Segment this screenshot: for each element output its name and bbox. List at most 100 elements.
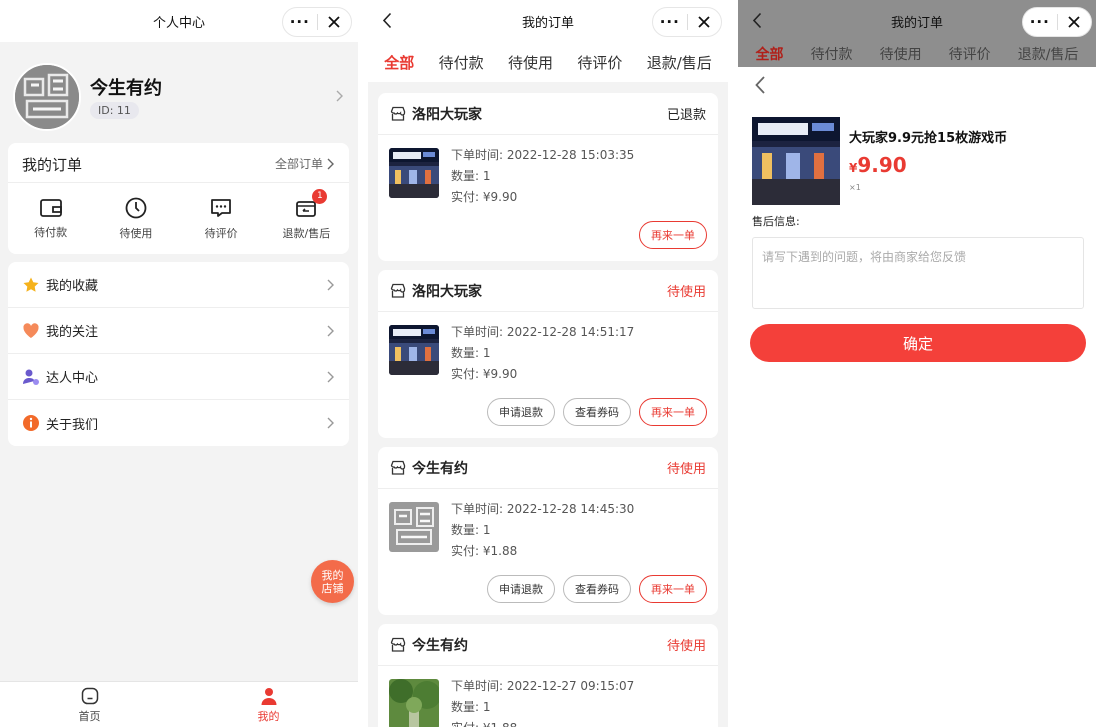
order-card-body: 下单时间: 2022-12-28 14:45:30 数量: 1 实付: ¥1.8… [378, 489, 718, 559]
chevron-right-icon [327, 158, 334, 169]
menu-item-label: 达人中心 [46, 371, 99, 386]
confirm-button[interactable]: 确定 [750, 324, 1086, 362]
order-shortcut-refund[interactable]: 1 退款/售后 [264, 183, 349, 254]
tab-to-review[interactable]: 待评价 [573, 52, 626, 73]
order-card[interactable]: 洛阳大玩家 已退款 下单时间: 2022-12-28 15:03:35 数量: … [378, 93, 718, 261]
close-icon [698, 16, 710, 28]
order-quantity: 数量: 1 [451, 346, 491, 360]
tab-label: 我的 [257, 709, 280, 723]
back-arrow-icon[interactable] [754, 75, 766, 95]
order-shortcut-to-use[interactable]: 待使用 [93, 183, 178, 254]
orders-page: 我的订单 ··· 全部 待付款 待使用 待评价 退款/售后 洛阳大玩家 已退款 … [368, 0, 728, 727]
shop-name: 今生有约 [412, 460, 468, 477]
all-orders-link[interactable]: 全部订单 [275, 155, 335, 172]
apply-refund-button[interactable]: 申请退款 [487, 398, 555, 426]
more-button[interactable]: ··· [653, 8, 687, 36]
bottom-tab-bar: 首页 我的 [0, 681, 358, 727]
close-button[interactable] [1057, 15, 1091, 29]
user-name: 今生有约 [90, 78, 162, 99]
chevron-right-icon [327, 417, 334, 429]
refund-page: 我的订单 ··· 全部 待付款 待使用 待评价 退款/售后 大玩家9.9元抢15… [738, 0, 1096, 727]
order-time: 下单时间: 2022-12-28 14:51:17 [451, 325, 635, 339]
order-card-header: 今生有约 待使用 [378, 447, 718, 489]
store-icon [390, 460, 406, 475]
order-status: 待使用 [666, 639, 706, 654]
order-shortcut-pending-payment[interactable]: 待付款 [8, 183, 93, 254]
dimmed-background[interactable]: 我的订单 ··· 全部 待付款 待使用 待评价 退款/售后 [738, 0, 1096, 67]
product-image [752, 117, 840, 205]
mini-program-capsule: ··· [1022, 7, 1092, 37]
tab-mine[interactable]: 我的 [179, 682, 358, 727]
close-icon [328, 16, 340, 28]
order-status-shortcuts: 待付款 待使用 待评价 1 退款/售后 [8, 183, 349, 254]
user-badge-icon [22, 368, 40, 386]
avatar-logo-icon [15, 65, 79, 129]
order-card-body: 下单时间: 2022-12-28 14:51:17 数量: 1 实付: ¥9.9… [378, 312, 718, 382]
order-shortcut-label: 待使用 [119, 227, 153, 240]
order-paid: 实付: ¥9.90 [451, 367, 518, 381]
header: 我的订单 ··· [368, 0, 728, 42]
profile-header[interactable]: 今生有约 ID: 11 [0, 52, 358, 142]
order-status: 待使用 [666, 462, 706, 477]
order-card[interactable]: 今生有约 待使用 下单时间: 2022-12-28 14:45:30 数量: 1… [378, 447, 718, 615]
heart-icon [22, 322, 40, 340]
close-icon [1068, 16, 1080, 28]
order-shortcut-label: 待付款 [34, 226, 68, 239]
reorder-button[interactable]: 再来一单 [639, 575, 707, 603]
menu-item-favorites[interactable]: 我的收藏 [8, 262, 349, 308]
tab-pending-payment: 待付款 [810, 47, 853, 63]
order-card-header: 洛阳大玩家 已退款 [378, 93, 718, 135]
my-store-button[interactable]: 我的 店铺 [311, 560, 354, 603]
reorder-button[interactable]: 再来一单 [639, 221, 707, 249]
more-button[interactable]: ··· [283, 8, 317, 36]
order-shortcut-label: 待评价 [204, 227, 238, 240]
order-shortcut-to-review[interactable]: 待评价 [179, 183, 264, 254]
shop-name: 今生有约 [412, 637, 468, 654]
tab-pending-payment[interactable]: 待付款 [435, 52, 488, 73]
order-time: 下单时间: 2022-12-27 09:15:07 [451, 679, 635, 693]
menu-item-expert-center[interactable]: 达人中心 [8, 354, 349, 400]
orders-card: 我的订单 全部订单 待付款 待使用 待评价 1 退款/售后 [8, 143, 349, 254]
order-paid: 实付: ¥1.88 [451, 544, 518, 558]
close-button[interactable] [687, 15, 721, 29]
order-card-header: 今生有约 待使用 [378, 624, 718, 666]
tab-refund: 退款/售后 [1017, 47, 1079, 63]
menu-item-label: 关于我们 [46, 417, 99, 433]
store-icon [390, 283, 406, 298]
avatar[interactable] [13, 63, 81, 131]
tab-refund[interactable]: 退款/售后 [643, 52, 716, 73]
product-thumbnail [389, 148, 439, 198]
tab-all[interactable]: 全部 [380, 52, 418, 73]
product-thumbnail [389, 325, 439, 375]
reorder-button[interactable]: 再来一单 [639, 398, 707, 426]
order-details: 下单时间: 2022-12-28 15:03:35 数量: 1 实付: ¥9.9… [451, 145, 634, 208]
store-fab-line2: 店铺 [321, 581, 344, 595]
order-card-body: 下单时间: 2022-12-27 09:15:07 数量: 1 实付: ¥1.8… [378, 666, 718, 727]
tab-to-use[interactable]: 待使用 [504, 52, 557, 73]
orders-card-header: 我的订单 全部订单 [8, 143, 349, 183]
tab-home[interactable]: 首页 [0, 682, 179, 727]
product-name: 大玩家9.9元抢15枚游戏币 [849, 131, 1008, 146]
apply-refund-button[interactable]: 申请退款 [487, 575, 555, 603]
close-button[interactable] [317, 15, 351, 29]
order-card[interactable]: 洛阳大玩家 待使用 下单时间: 2022-12-28 14:51:17 数量: … [378, 270, 718, 438]
order-actions: 申请退款 查看券码 再来一单 [487, 575, 707, 603]
order-actions: 申请退款 查看券码 再来一单 [487, 398, 707, 426]
order-card[interactable]: 今生有约 待使用 下单时间: 2022-12-27 09:15:07 数量: 1… [378, 624, 718, 727]
product-thumbnail [389, 502, 439, 552]
order-status: 已退款 [666, 108, 706, 123]
order-quantity: 数量: 1 [451, 523, 491, 537]
info-icon [22, 414, 40, 432]
order-details: 下单时间: 2022-12-28 14:51:17 数量: 1 实付: ¥9.9… [451, 322, 634, 385]
order-details: 下单时间: 2022-12-27 09:15:07 数量: 1 实付: ¥1.8… [451, 676, 634, 727]
view-coupon-code-button[interactable]: 查看券码 [563, 575, 631, 603]
product-quantity: ×1 [849, 183, 861, 192]
order-card-header: 洛阳大玩家 待使用 [378, 270, 718, 312]
more-button[interactable]: ··· [1023, 8, 1057, 36]
feedback-input[interactable]: 请写下遇到的问题，将由商家给您反馈 [752, 237, 1084, 309]
menu-item-about-us[interactable]: 关于我们 [8, 400, 349, 446]
view-coupon-code-button[interactable]: 查看券码 [563, 398, 631, 426]
chevron-right-icon [327, 279, 334, 290]
menu-item-following[interactable]: 我的关注 [8, 308, 349, 354]
order-time: 下单时间: 2022-12-28 15:03:35 [451, 148, 635, 162]
